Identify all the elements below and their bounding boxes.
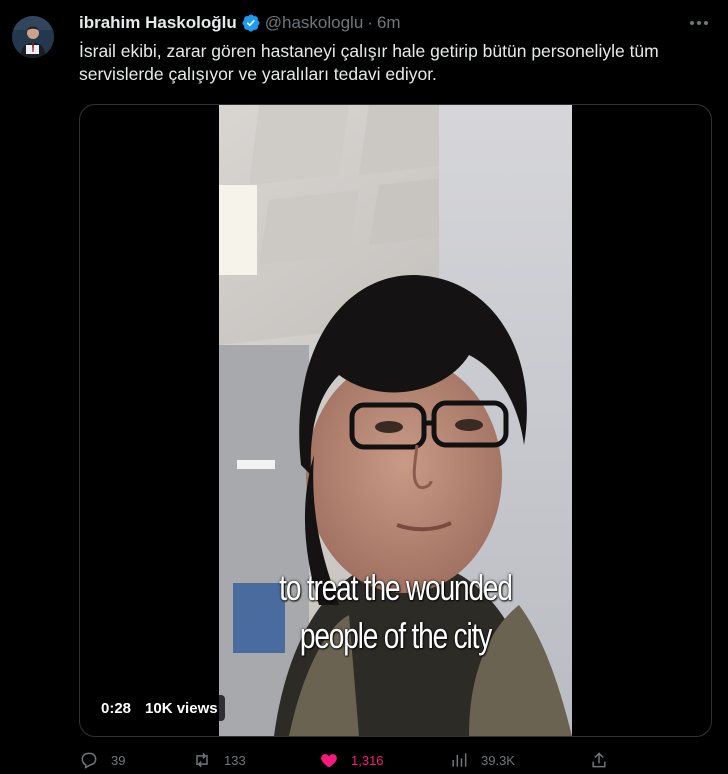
separator-dot: · (367, 13, 373, 32)
author-name[interactable]: ibrahim Haskoloğlu (79, 13, 237, 33)
video-caption-line-2: people of the city (299, 615, 492, 656)
video-frame: to treat the wounded people of the city (219, 105, 572, 736)
video-info-badge: 0:28 10K views (94, 695, 225, 721)
views-count: 39.3K (481, 752, 515, 768)
reply-button[interactable]: 39 (79, 750, 125, 770)
video-views: 10K views (145, 699, 218, 717)
reply-count: 39 (111, 752, 126, 768)
timestamp[interactable]: 6m (377, 13, 401, 33)
repost-button[interactable]: 133 (192, 750, 246, 770)
share-button[interactable] (589, 750, 609, 770)
author-handle[interactable]: @haskologlu (265, 13, 364, 33)
video-player[interactable]: to treat the wounded people of the city … (79, 104, 712, 737)
views-button[interactable]: 39.3K (449, 750, 515, 770)
reply-icon (81, 752, 97, 769)
like-count: 1,316 (351, 752, 384, 768)
tweet: ibrahim Haskoloğlu @haskologlu · 6m İsra… (0, 0, 728, 769)
video-duration: 0:28 (101, 699, 132, 717)
share-icon (592, 752, 606, 768)
repost-icon (196, 752, 208, 768)
video-caption-line-1: to treat the wounded (279, 567, 513, 608)
tweet-text: İsrail ekibi, zarar gören hastaneyi çalı… (79, 41, 659, 84)
more-options-icon[interactable] (686, 12, 712, 34)
analytics-icon (452, 753, 467, 767)
heart-icon (321, 754, 337, 768)
verified-badge-icon (241, 13, 261, 33)
avatar[interactable] (12, 16, 54, 58)
like-button[interactable]: 1,316 (319, 750, 384, 770)
tweet-actions: 39 133 1,316 39.3K (79, 750, 699, 774)
repost-count: 133 (224, 752, 246, 768)
tweet-header: ibrahim Haskoloğlu @haskologlu · 6m (79, 11, 401, 35)
